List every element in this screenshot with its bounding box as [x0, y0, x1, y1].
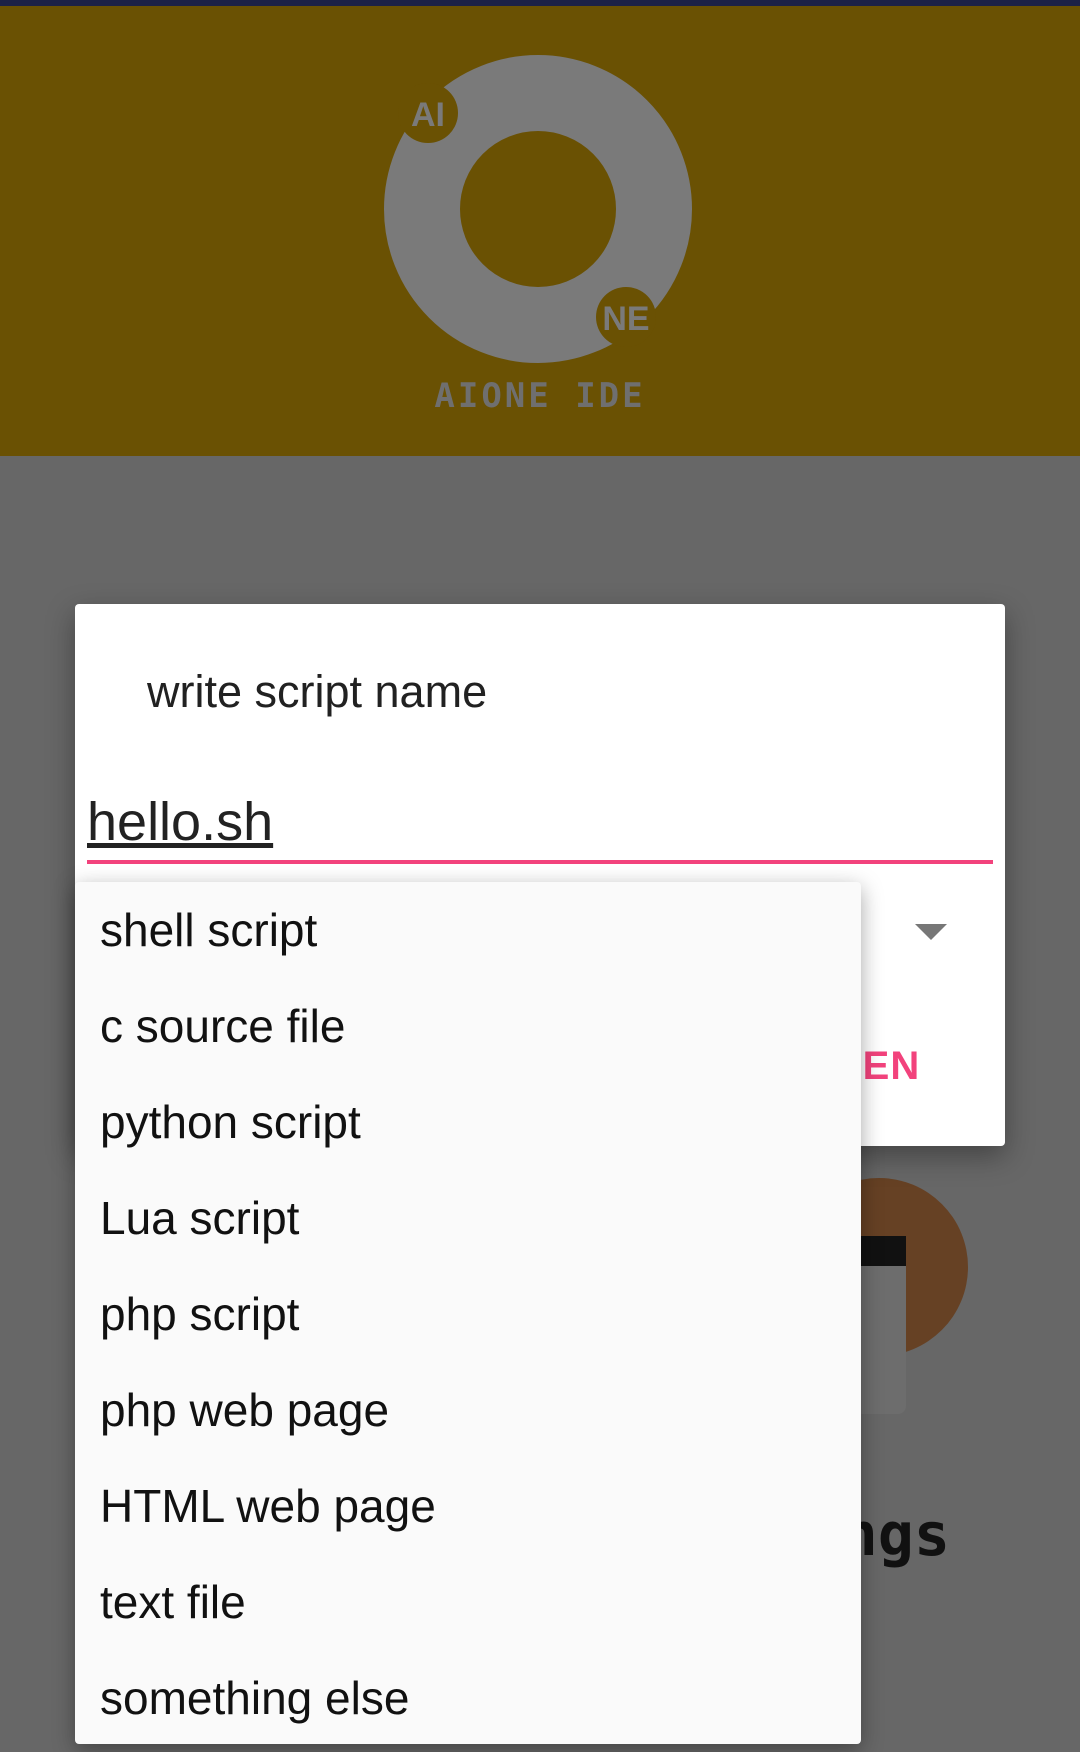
app-header: AI NE AIONE IDE	[0, 6, 1080, 456]
dropdown-option-php-web-page[interactable]: php web page	[75, 1362, 861, 1458]
dropdown-option-php-script[interactable]: php script	[75, 1266, 861, 1362]
app-name-caption: AIONE IDE	[434, 376, 646, 416]
dropdown-option-python-script[interactable]: python script	[75, 1074, 861, 1170]
dropdown-option-html-web-page[interactable]: HTML web page	[75, 1458, 861, 1554]
dropdown-option-lua-script[interactable]: Lua script	[75, 1170, 861, 1266]
aione-logo: AI NE	[384, 55, 692, 363]
dialog-title: write script name	[147, 666, 488, 717]
dropdown-option-something-else[interactable]: something else	[75, 1650, 861, 1746]
logo-text-ne: NE	[602, 300, 649, 338]
logo-text-ai: AI	[411, 96, 445, 134]
chevron-down-icon[interactable]	[915, 924, 947, 940]
dropdown-option-c-source-file[interactable]: c source file	[75, 978, 861, 1074]
script-name-input[interactable]	[87, 784, 993, 864]
dropdown-option-shell-script[interactable]: shell script	[75, 882, 861, 978]
app-screen: AI NE AIONE IDE ngs write script name PE…	[0, 0, 1080, 1752]
script-type-dropdown-list: shell script c source file python script…	[75, 882, 861, 1744]
dropdown-option-text-file[interactable]: text file	[75, 1554, 861, 1650]
